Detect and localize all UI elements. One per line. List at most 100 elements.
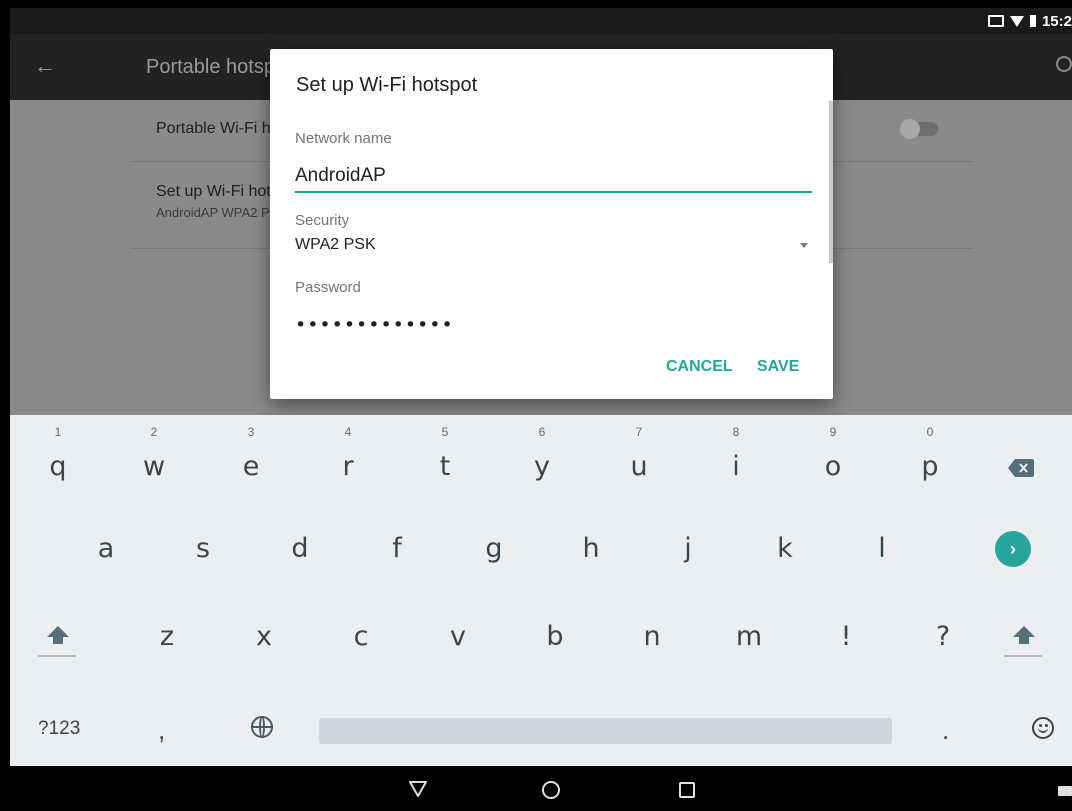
key-label: ! (840, 621, 852, 652)
key-hint: 9 (829, 425, 837, 439)
key-hint: 1 (54, 425, 62, 439)
symbols-key[interactable]: ?123 (38, 718, 80, 740)
go-icon: › (995, 531, 1031, 567)
keyboard-switch-icon[interactable] (1058, 786, 1072, 796)
key-label: g (485, 533, 503, 564)
key-j[interactable]: j (640, 511, 736, 599)
nav-home-icon[interactable] (542, 781, 560, 799)
key-g[interactable]: g (446, 511, 542, 599)
key-hint: 3 (247, 425, 255, 439)
key-label: z (159, 621, 175, 652)
key-label: h (582, 533, 600, 564)
shift-underline (38, 655, 76, 657)
key-v[interactable]: v (410, 599, 506, 687)
key-label: p (921, 451, 939, 482)
go-key[interactable]: › (962, 511, 1058, 599)
key-label: c (353, 621, 369, 652)
search-icon[interactable] (1056, 56, 1072, 72)
key-label: t (439, 451, 451, 482)
key-label: u (630, 451, 648, 482)
dropdown-arrow-icon (800, 243, 808, 248)
back-arrow-icon[interactable]: ← (34, 54, 58, 78)
status-bar: 15:2 (10, 8, 1072, 34)
key-e[interactable]: 3e (203, 415, 299, 503)
key-u[interactable]: 7u (591, 415, 687, 503)
key-label: x (256, 621, 272, 652)
key-hint: 8 (732, 425, 740, 439)
hotspot-toggle[interactable] (900, 119, 938, 139)
key-q[interactable]: 1q (10, 415, 106, 503)
key-m[interactable]: m (701, 599, 797, 687)
key-hint: 0 (926, 425, 934, 439)
backspace-key[interactable] (976, 415, 1072, 503)
key-c[interactable]: c (313, 599, 409, 687)
period-key[interactable]: . (942, 715, 949, 746)
key-label: r (342, 451, 354, 482)
key-label: o (824, 451, 842, 482)
key-label: d (291, 533, 309, 564)
key-b[interactable]: b (507, 599, 603, 687)
key-label: i (732, 451, 740, 482)
key-a[interactable]: a (58, 511, 154, 599)
key-label: a (97, 533, 115, 564)
key-x[interactable]: x (216, 599, 312, 687)
shift-key-right[interactable] (976, 599, 1072, 687)
hotspot-setup-dialog: Set up Wi-Fi hotspot Network name Securi… (270, 49, 833, 399)
network-name-input[interactable] (295, 161, 812, 193)
dialog-title: Set up Wi-Fi hotspot (296, 74, 478, 96)
key-p[interactable]: 0p (882, 415, 978, 503)
shift-key-left[interactable] (10, 599, 106, 687)
key-h[interactable]: h (543, 511, 639, 599)
key-label: l (878, 533, 886, 564)
key-label: v (450, 621, 466, 652)
key-t[interactable]: 5t (397, 415, 493, 503)
toggle-knob (900, 119, 920, 139)
key-w[interactable]: 2w (106, 415, 202, 503)
security-value: WPA2 PSK (295, 236, 376, 253)
password-label: Password (295, 279, 361, 296)
key-label: w (142, 451, 166, 482)
key-k[interactable]: k (737, 511, 833, 599)
key-z[interactable]: z (119, 599, 215, 687)
key-label: n (643, 621, 661, 652)
nav-back-icon[interactable] (408, 780, 428, 798)
battery-icon (1029, 15, 1036, 27)
key-label: m (735, 621, 763, 652)
key-y[interactable]: 6y (494, 415, 590, 503)
key-label: q (49, 451, 67, 482)
key-i[interactable]: 8i (688, 415, 784, 503)
nav-recents-icon[interactable] (679, 782, 695, 798)
key-label: k (777, 533, 793, 564)
save-button[interactable]: SAVE (757, 349, 799, 385)
key-hint: 4 (344, 425, 352, 439)
comma-key[interactable]: , (158, 715, 165, 746)
key-hint: 6 (538, 425, 546, 439)
shift-icon (1013, 626, 1035, 644)
security-select[interactable]: WPA2 PSK (295, 234, 812, 258)
emoji-eye (1045, 724, 1048, 727)
key-r[interactable]: 4r (300, 415, 396, 503)
key-exclamation[interactable]: ! (798, 599, 894, 687)
emoji-icon[interactable] (1032, 717, 1054, 739)
key-f[interactable]: f (349, 511, 445, 599)
key-label: s (195, 533, 211, 564)
cancel-button[interactable]: CANCEL (666, 349, 733, 385)
key-d[interactable]: d (252, 511, 348, 599)
key-n[interactable]: n (604, 599, 700, 687)
network-name-label: Network name (295, 130, 392, 147)
security-label: Security (295, 212, 350, 229)
emoji-mouth (1038, 728, 1048, 733)
key-label: y (534, 451, 550, 482)
password-input[interactable] (295, 308, 812, 342)
shift-underline (1004, 655, 1042, 657)
status-time: 15:2 (1041, 12, 1072, 30)
dialog-scrollbar[interactable] (829, 101, 833, 263)
key-l[interactable]: l (834, 511, 930, 599)
key-o[interactable]: 9o (785, 415, 881, 503)
key-s[interactable]: s (155, 511, 251, 599)
backspace-icon (1008, 459, 1034, 477)
on-screen-keyboard: 1q 2w 3e 4r 5t 6y 7u 8i 9o 0p a s d f g (10, 415, 1072, 766)
cast-icon (987, 15, 1004, 27)
space-bar[interactable] (319, 718, 892, 744)
globe-icon[interactable] (251, 716, 273, 738)
